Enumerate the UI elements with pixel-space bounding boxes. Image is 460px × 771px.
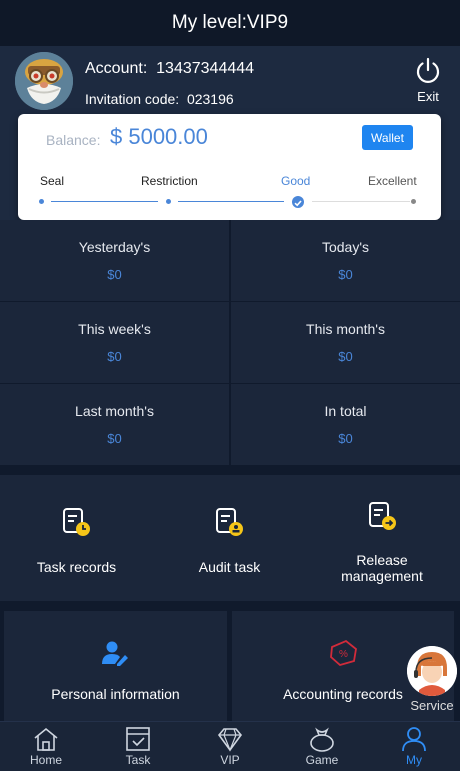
- stat-cell: Today's $0: [231, 220, 460, 301]
- wallet-button[interactable]: Wallet: [362, 125, 413, 150]
- level-dot-restriction: [166, 199, 171, 204]
- stat-label: Today's: [321, 239, 370, 255]
- balance-label: Balance:: [46, 132, 101, 148]
- tab-label: My: [406, 753, 422, 767]
- stat-cell: This month's $0: [231, 302, 460, 383]
- balance-card: Balance: $ 5000.00 Wallet Seal Restricti…: [18, 114, 441, 220]
- level-dot-seal: [39, 199, 44, 204]
- level-restriction: Restriction: [141, 174, 198, 188]
- tab-my[interactable]: My: [368, 722, 460, 771]
- level-progress-line: [51, 201, 158, 202]
- avatar-image: [15, 52, 73, 110]
- level-remaining-line: [312, 201, 410, 202]
- service-button[interactable]: Service: [406, 646, 458, 713]
- invitation-row: Invitation code: 023196: [85, 91, 234, 107]
- tab-label: Task: [125, 753, 151, 767]
- avatar[interactable]: [15, 52, 73, 110]
- diamond-icon: [217, 728, 243, 752]
- level-dot-excellent: [411, 199, 416, 204]
- task-records-button[interactable]: Task records: [0, 475, 153, 601]
- tab-label: VIP: [220, 753, 240, 767]
- level-seal: Seal: [40, 174, 65, 188]
- invitation-label: Invitation code:: [85, 91, 180, 107]
- stat-value: $0: [338, 431, 353, 446]
- release-management-label: Release management: [341, 552, 423, 584]
- task-icon: [126, 727, 150, 751]
- invitation-code: 023196: [186, 91, 234, 107]
- stat-label: In total: [324, 403, 367, 419]
- quick-links: Task records Audit task Release manageme…: [0, 475, 460, 601]
- task-records-icon: [62, 508, 90, 536]
- stat-label: Last month's: [75, 403, 154, 419]
- level-progress-line: [178, 201, 284, 202]
- tab-label: Game: [305, 753, 339, 767]
- percent-ticket-icon: %: [330, 639, 357, 667]
- service-avatar-icon: [407, 646, 457, 696]
- earnings-stats: Yesterday's $0 Today's $0 This week's $0…: [0, 220, 460, 466]
- tab-vip[interactable]: VIP: [184, 722, 276, 771]
- level-excellent: Excellent: [368, 174, 417, 188]
- stat-label: Yesterday's: [78, 239, 151, 255]
- tab-game[interactable]: Game: [276, 722, 368, 771]
- account-label: Account:: [85, 60, 148, 77]
- stat-value: $0: [338, 349, 353, 364]
- svg-text:%: %: [339, 649, 348, 660]
- stat-label: This month's: [306, 321, 385, 337]
- audit-task-label: Audit task: [198, 559, 261, 575]
- audit-task-button[interactable]: Audit task: [153, 475, 306, 601]
- stat-value: $0: [107, 349, 122, 364]
- personal-information-label: Personal information: [51, 686, 180, 702]
- tab-task[interactable]: Task: [92, 722, 184, 771]
- stat-cell: Last month's $0: [0, 384, 229, 465]
- exit-button[interactable]: Exit: [410, 56, 446, 104]
- money-bag-icon: [310, 727, 334, 752]
- task-records-label: Task records: [36, 559, 117, 575]
- level-good: Good: [281, 174, 311, 188]
- stat-cell: Yesterday's $0: [0, 220, 229, 301]
- user-edit-icon: [102, 641, 128, 666]
- account-value: 13437344444: [156, 60, 255, 77]
- page-title: My level:VIP9: [171, 12, 289, 33]
- stat-label: This week's: [78, 321, 151, 337]
- top-bar: My level:VIP9: [0, 0, 460, 46]
- stat-value: $0: [107, 267, 122, 282]
- stat-cell: This week's $0: [0, 302, 229, 383]
- balance-value: $ 5000.00: [110, 124, 208, 149]
- power-icon: [416, 57, 440, 83]
- exit-label: Exit: [417, 89, 439, 104]
- stat-cell: In total $0: [231, 384, 460, 465]
- level-check-icon: [292, 196, 304, 208]
- tab-label: Home: [29, 753, 62, 767]
- release-management-icon: [368, 502, 396, 530]
- account-row: Account: 13437344444: [85, 60, 254, 78]
- user-icon: [402, 727, 426, 752]
- bottom-tab-bar: Home Task VIP Game My: [0, 721, 460, 771]
- stat-value: $0: [338, 267, 353, 282]
- release-management-button[interactable]: Release management: [306, 475, 459, 601]
- stat-value: $0: [107, 431, 122, 446]
- audit-task-icon: [215, 508, 243, 536]
- service-label: Service: [410, 698, 454, 713]
- home-icon: [34, 727, 58, 751]
- tab-home[interactable]: Home: [0, 722, 92, 771]
- personal-information-card[interactable]: Personal information: [4, 611, 227, 721]
